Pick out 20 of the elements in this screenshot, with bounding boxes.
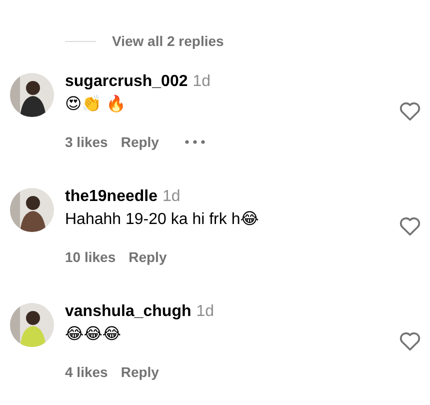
heart-icon[interactable] — [399, 101, 421, 121]
likes-count[interactable]: 10 likes — [65, 249, 116, 265]
comment-text: 😍👏 🔥 — [65, 94, 128, 114]
timestamp: 1d — [196, 303, 214, 321]
heart-icon[interactable] — [399, 331, 421, 351]
likes-count[interactable]: 4 likes — [65, 364, 108, 380]
reply-link[interactable]: Reply — [128, 249, 167, 265]
timestamp: 1d — [192, 73, 211, 91]
timestamp: 1d — [162, 188, 180, 206]
heart-icon[interactable] — [399, 216, 421, 236]
reply-link[interactable]: Reply — [120, 134, 159, 150]
username[interactable]: vanshula_chugh — [65, 303, 192, 321]
username[interactable]: the19needle — [65, 188, 158, 206]
reply-link[interactable]: Reply — [120, 364, 159, 380]
likes-count[interactable]: 3 likes — [65, 134, 108, 150]
comment-text: Hahahh 19-20 ka hi frk h😂 — [65, 210, 260, 229]
view-replies-link[interactable]: View all 2 replies — [112, 33, 224, 49]
comment-text: 😂😂😂 — [65, 325, 122, 344]
username[interactable]: sugarcrush_002 — [65, 73, 188, 91]
more-icon[interactable] — [184, 140, 205, 144]
